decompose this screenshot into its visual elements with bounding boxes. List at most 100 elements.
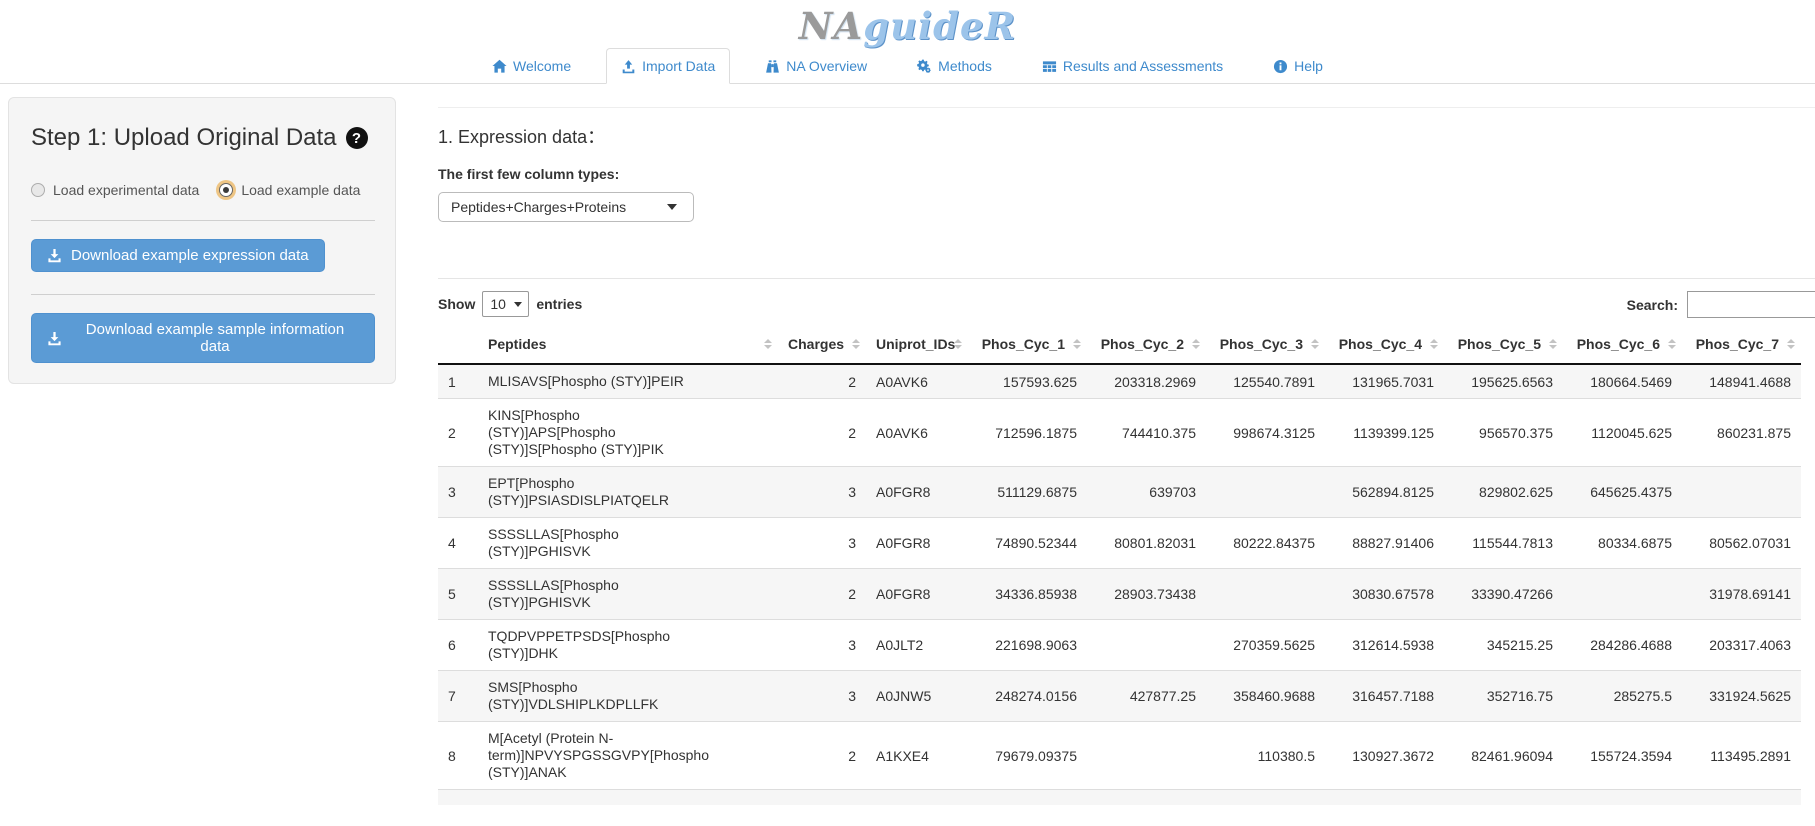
value-cell: 88827.91406: [1325, 518, 1444, 569]
value-cell: 248274.0156: [968, 671, 1087, 722]
column-label: Peptides: [488, 336, 546, 352]
chevron-down-icon: [667, 204, 677, 210]
column-header-phos-cyc-3[interactable]: Phos_Cyc_3: [1206, 325, 1325, 364]
column-label: Phos_Cyc_6: [1577, 336, 1660, 352]
tab-welcome[interactable]: Welcome: [477, 48, 586, 84]
value-cell: 80334.6875: [1563, 518, 1682, 569]
tab-label: Welcome: [513, 58, 571, 74]
value-cell: 155724.3594: [1563, 722, 1682, 790]
search-input[interactable]: [1687, 291, 1815, 318]
value-cell: 316457.7188: [1325, 671, 1444, 722]
value-cell: 358460.9688: [1206, 671, 1325, 722]
value-cell: 285275.5: [1563, 671, 1682, 722]
column-header-index[interactable]: [438, 325, 478, 364]
gears-icon: [917, 59, 932, 74]
radio-button-icon[interactable]: [31, 183, 45, 197]
masthead: NAguideR Welcome Import Data NA Overview Me…: [0, 0, 1815, 84]
show-label: Show: [438, 296, 475, 312]
column-label: Phos_Cyc_5: [1458, 336, 1541, 352]
table-icon: [1042, 59, 1057, 74]
value-cell: 352716.75: [1444, 671, 1563, 722]
value-cell: 345215.25: [1444, 620, 1563, 671]
upload-sidebar-panel: Step 1: Upload Original Data ? Load expe…: [8, 97, 396, 384]
peptide-cell: SSSSLLAS[Phospho (STY)]PGHISVK: [478, 569, 778, 620]
radio-load-example-data[interactable]: Load example data: [219, 182, 360, 198]
tab-results-and-assessments[interactable]: Results and Assessments: [1027, 48, 1238, 84]
sidebar-title-text: Step 1: Upload Original Data: [31, 124, 337, 152]
uniprot-cell: A0AVK6: [866, 399, 968, 467]
column-label: Uniprot_IDs: [876, 336, 955, 352]
value-cell: 30830.67578: [1325, 569, 1444, 620]
table-row: 3EPT[Phospho (STY)]PSIASDISLPIATQELR3A0F…: [438, 467, 1801, 518]
value-cell: [1087, 620, 1206, 671]
column-label: Phos_Cyc_3: [1220, 336, 1303, 352]
section-title: 1. Expression data：: [438, 123, 1815, 149]
chevron-down-icon: [514, 302, 522, 307]
column-types-select[interactable]: Peptides+Charges+Proteins: [438, 192, 694, 222]
column-label: Phos_Cyc_7: [1696, 336, 1779, 352]
download-example-expression-data-button[interactable]: Download example expression data: [31, 239, 325, 272]
value-cell: 744410.375: [1087, 399, 1206, 467]
tab-label: Import Data: [642, 58, 715, 74]
value-cell: 203318.2969: [1087, 364, 1206, 399]
sort-icon: [1549, 339, 1557, 349]
table-row: 6TQDPVPPETPSDS[Phospho (STY)]DHK3A0JLT22…: [438, 620, 1801, 671]
peptide-cell: MLISAVS[Phospho (STY)]PEIR: [478, 364, 778, 399]
column-header-phos-cyc-2[interactable]: Phos_Cyc_2: [1087, 325, 1206, 364]
sort-icon: [1192, 339, 1200, 349]
column-label: Charges: [788, 336, 844, 352]
value-cell: 157593.625: [968, 364, 1087, 399]
tab-na-overview[interactable]: NA Overview: [750, 48, 882, 84]
value-cell: 998674.3125: [1206, 399, 1325, 467]
value-cell: 33390.47266: [1444, 569, 1563, 620]
column-header-uniprot-ids[interactable]: Uniprot_IDs: [866, 325, 968, 364]
radio-load-experimental-data[interactable]: Load experimental data: [31, 182, 199, 198]
index-cell: 8: [438, 722, 478, 790]
radio-button-icon[interactable]: [219, 183, 233, 197]
tab-help[interactable]: Help: [1258, 48, 1338, 84]
value-cell: 511129.6875: [968, 467, 1087, 518]
value-cell: 829802.625: [1444, 467, 1563, 518]
search-label: Search:: [1627, 297, 1678, 313]
help-question-icon[interactable]: ?: [346, 127, 368, 149]
value-cell: [1563, 569, 1682, 620]
expression-data-table: PeptidesChargesUniprot_IDsPhos_Cyc_1Phos…: [438, 325, 1801, 789]
column-header-phos-cyc-7[interactable]: Phos_Cyc_7: [1682, 325, 1801, 364]
charge-cell: 3: [778, 620, 866, 671]
entries-select[interactable]: 10: [482, 291, 529, 317]
column-header-peptides[interactable]: Peptides: [478, 325, 778, 364]
tab-label: Methods: [938, 58, 992, 74]
charge-cell: 2: [778, 569, 866, 620]
column-header-phos-cyc-6[interactable]: Phos_Cyc_6: [1563, 325, 1682, 364]
charge-cell: 2: [778, 399, 866, 467]
value-cell: 645625.4375: [1563, 467, 1682, 518]
value-cell: [1206, 467, 1325, 518]
value-cell: 148941.4688: [1682, 364, 1801, 399]
column-header-phos-cyc-1[interactable]: Phos_Cyc_1: [968, 325, 1087, 364]
value-cell: 115544.7813: [1444, 518, 1563, 569]
charge-cell: 2: [778, 722, 866, 790]
data-source-radio-group: Load experimental data Load example data: [31, 182, 375, 198]
uniprot-cell: A1KXE4: [866, 722, 968, 790]
sort-icon: [1787, 339, 1795, 349]
column-header-charges[interactable]: Charges: [778, 325, 866, 364]
value-cell: 113495.2891: [1682, 722, 1801, 790]
column-header-phos-cyc-5[interactable]: Phos_Cyc_5: [1444, 325, 1563, 364]
entries-length-control: Show 10 entries: [438, 291, 1815, 317]
tab-methods[interactable]: Methods: [902, 48, 1007, 84]
tab-import-data[interactable]: Import Data: [606, 48, 730, 84]
column-header-phos-cyc-4[interactable]: Phos_Cyc_4: [1325, 325, 1444, 364]
index-cell: 3: [438, 467, 478, 518]
sort-icon: [852, 339, 860, 349]
table-row: 1MLISAVS[Phospho (STY)]PEIR2A0AVK6157593…: [438, 364, 1801, 399]
tab-label: NA Overview: [786, 58, 867, 74]
value-cell: 860231.875: [1682, 399, 1801, 467]
column-types-selected-value: Peptides+Charges+Proteins: [451, 199, 626, 215]
value-cell: [1206, 569, 1325, 620]
radio-label: Load experimental data: [53, 182, 199, 198]
logo-part-na: NA: [799, 4, 864, 48]
app-logo: NAguideR: [0, 5, 1815, 47]
entries-selected-value: 10: [490, 296, 506, 312]
table-search-control: Search:: [1627, 291, 1815, 318]
download-example-sample-information-data-button[interactable]: Download example sample information data: [31, 313, 375, 363]
